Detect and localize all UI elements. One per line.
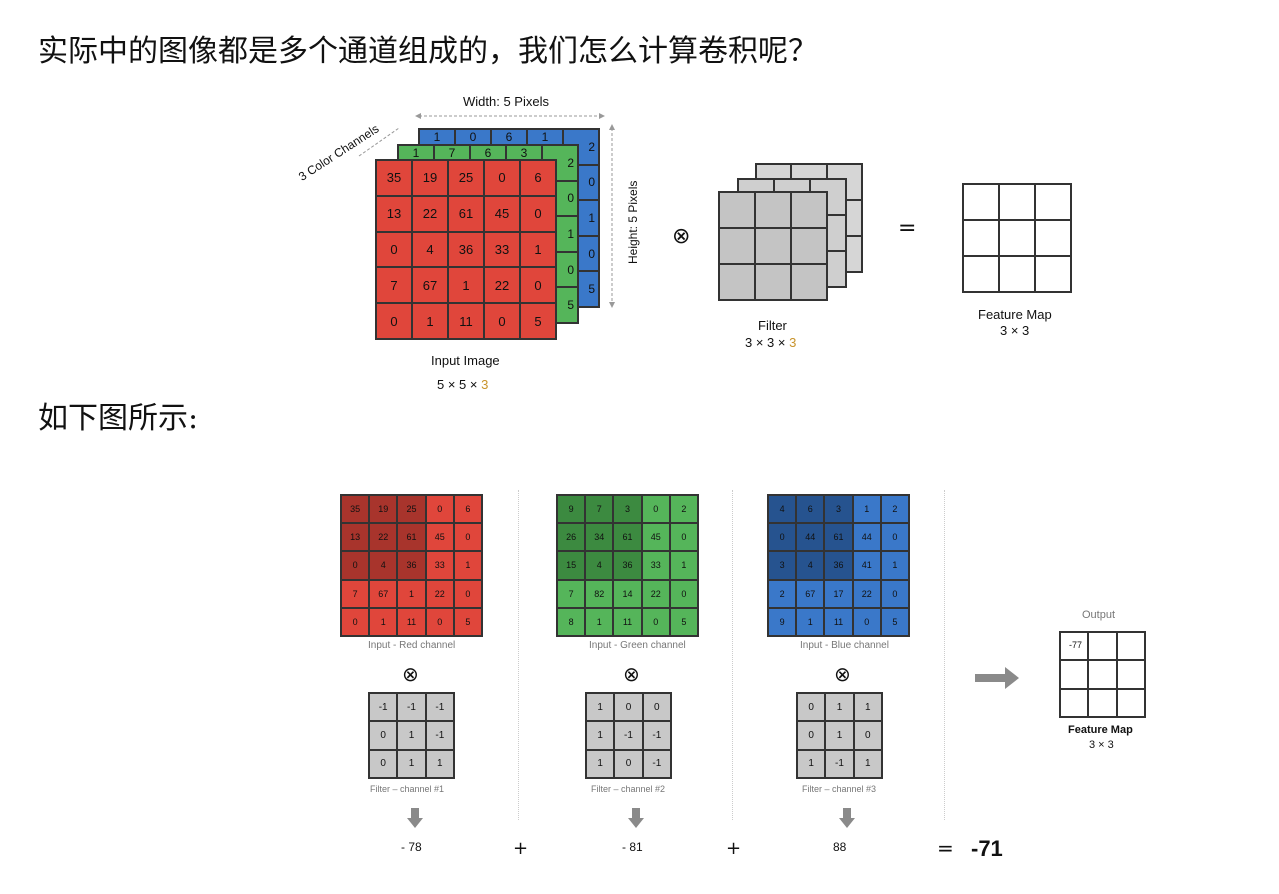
- matrix-cell: 1: [412, 303, 448, 339]
- plus-sign: +: [513, 838, 529, 859]
- plus-sign: +: [726, 838, 742, 859]
- matrix-cell: 33: [484, 231, 520, 268]
- grid-cell: [791, 192, 827, 228]
- grid-cell: [999, 256, 1035, 292]
- grid-cell: [963, 184, 999, 220]
- red-channel-layer: 35 19 25 0 6 13 22 61 45 0 0 4 36 33 1 7 67 1 22 0 0 1 11 0 5: [375, 159, 557, 340]
- matrix-cell: 35: [376, 160, 412, 196]
- grid-cell: [1116, 660, 1145, 689]
- output-feature-map-label: Feature Map: [1068, 724, 1133, 736]
- output-feature-map-dims: 3 × 3: [1089, 739, 1114, 751]
- divider: [732, 490, 733, 820]
- matrix-cell: 1: [448, 267, 484, 304]
- grid-cell: [1116, 688, 1145, 717]
- grid-cell: [719, 264, 755, 300]
- grid-cell: [1088, 660, 1117, 689]
- matrix-cell: 5: [520, 303, 556, 339]
- grid-cell: [791, 264, 827, 300]
- grid-cell: [1060, 660, 1089, 689]
- grid-cell: [1035, 220, 1071, 256]
- grid-cell: [719, 228, 755, 264]
- grid-cell: [1035, 184, 1071, 220]
- matrix-cell: 0: [484, 303, 520, 339]
- grid-cell: [963, 220, 999, 256]
- input-image-dims: 5 × 5 × 3: [437, 377, 489, 392]
- matrix-cell: 61: [448, 195, 484, 232]
- height-arrow: [609, 124, 615, 308]
- right-arrow-icon: [975, 667, 1019, 689]
- grid-cell: [719, 192, 755, 228]
- divider: [944, 490, 945, 820]
- grid-cell: [963, 256, 999, 292]
- filter-label: Filter: [758, 318, 787, 333]
- matrix-cell: 13: [376, 195, 412, 232]
- grid-cell: [755, 192, 791, 228]
- matrix-cell: 0: [484, 160, 520, 196]
- equals-sign: =: [937, 836, 954, 860]
- output-label: Output: [1082, 609, 1116, 621]
- matrix-cell: 22: [484, 267, 520, 304]
- matrix-cell: 22: [412, 195, 448, 232]
- matrix-cell: 0: [520, 195, 556, 232]
- matrix-cell: 6: [520, 160, 556, 196]
- matrix-cell: 0: [376, 303, 412, 339]
- width-label: Width: 5 Pixels: [463, 94, 549, 109]
- matrix-cell: 7: [376, 267, 412, 304]
- feature-map-label: Feature Map: [978, 307, 1052, 322]
- grid-cell: [1035, 256, 1071, 292]
- filter-layer-front: [718, 191, 828, 301]
- grid-cell: [999, 184, 1035, 220]
- equals-sign: =: [898, 216, 917, 241]
- grid-cell: [1088, 632, 1117, 661]
- matrix-cell: 36: [448, 231, 484, 268]
- feature-map-grid: [962, 183, 1072, 293]
- matrix-cell: 45: [484, 195, 520, 232]
- matrix-cell: 67: [412, 267, 448, 304]
- matrix-cell: 19: [412, 160, 448, 196]
- matrix-cell: 4: [412, 231, 448, 268]
- matrix-cell: 25: [448, 160, 484, 196]
- grid-cell: [999, 220, 1035, 256]
- grid-cell: [755, 264, 791, 300]
- matrix-cell: 0: [376, 231, 412, 268]
- total-result: -71: [971, 836, 1003, 861]
- grid-cell: [1088, 688, 1117, 717]
- feature-map-dims: 3 × 3: [1000, 323, 1030, 338]
- grid-cell: [1060, 688, 1089, 717]
- grid-cell: [791, 228, 827, 264]
- figure-multichannel-input: Width: 5 Pixels 3 Color Channels Height:…: [0, 0, 1279, 400]
- height-label: Height: 5 Pixels: [626, 180, 640, 264]
- divider: [518, 490, 519, 820]
- matrix-cell: 1: [520, 231, 556, 268]
- grid-cell: [1116, 632, 1145, 661]
- output-feature-map-grid: -77: [1059, 631, 1146, 718]
- width-arrow: [415, 113, 605, 119]
- convolution-operator-icon: ⊗: [672, 224, 691, 249]
- input-image-label: Input Image: [431, 353, 500, 368]
- matrix-cell: 0: [520, 267, 556, 304]
- filter-dims: 3 × 3 × 3: [745, 335, 797, 350]
- matrix-cell: 11: [448, 303, 484, 339]
- grid-cell: [755, 228, 791, 264]
- output-value: -77: [1060, 632, 1089, 661]
